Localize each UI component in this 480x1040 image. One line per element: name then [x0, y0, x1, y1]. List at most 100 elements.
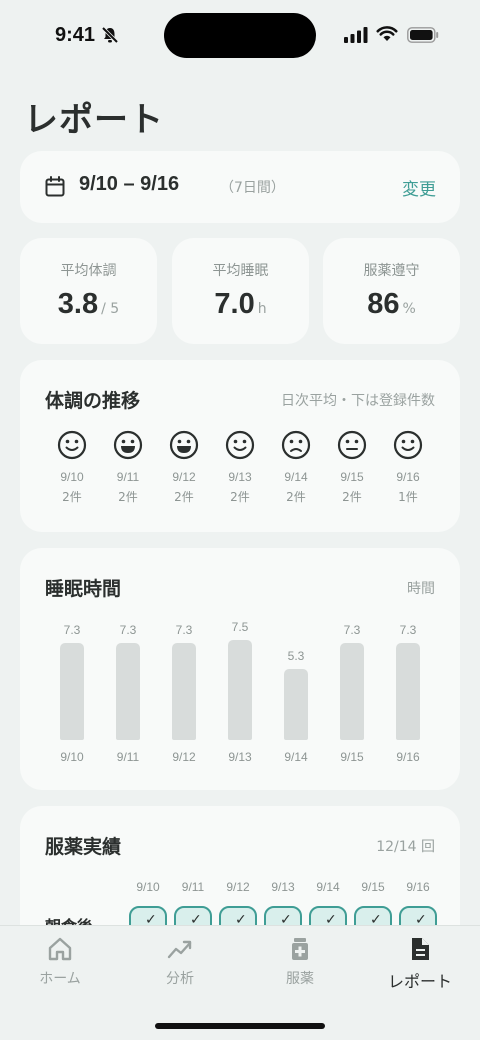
condition-day: 9/16 1件: [380, 430, 436, 505]
tab-home[interactable]: ホーム: [10, 936, 110, 988]
home-icon: [48, 937, 72, 961]
bar-value-label: 7.3: [63, 623, 81, 637]
document-icon: [412, 938, 429, 960]
condition-count: 2件: [230, 490, 250, 504]
condition-date: 9/16: [396, 470, 420, 484]
calendar-icon: [45, 176, 65, 197]
condition-title: 体調の推移: [45, 390, 141, 412]
sleep-title: 睡眠時間: [45, 578, 122, 600]
bar-category-label: 9/14: [284, 750, 308, 764]
tab-label: ホーム: [39, 971, 81, 987]
condition-day: 9/10 2件: [44, 430, 100, 505]
bar-value-label: 7.5: [231, 620, 249, 634]
bar-category-label: 9/11: [116, 750, 140, 764]
condition-count: 2件: [118, 490, 138, 504]
mood-face-icon: [393, 430, 423, 460]
medication-summary: 12/14 回: [376, 839, 435, 855]
tab-label: 服薬: [286, 971, 314, 987]
battery-icon: [407, 27, 439, 43]
condition-date: 9/11: [116, 470, 140, 484]
medication-date: 9/12: [226, 880, 250, 894]
medication-date: 9/13: [271, 880, 295, 894]
stat-value: 7.0: [214, 288, 255, 320]
medication-date: 9/11: [181, 880, 205, 894]
period-card: 9/10 – 9/16 （7日間） 変更: [20, 151, 460, 223]
page-title: レポート: [24, 100, 164, 140]
sleep-bar: [60, 643, 84, 740]
condition-day: 9/13 2件: [212, 430, 268, 505]
stat-label: 平均体調: [60, 263, 117, 279]
condition-date: 9/14: [284, 470, 308, 484]
condition-count: 2件: [342, 490, 362, 504]
condition-day: 9/14 2件: [268, 430, 324, 505]
bar-category-label: 9/13: [228, 750, 252, 764]
date-range-days: （7日間）: [220, 180, 285, 196]
condition-day: 9/11 2件: [100, 430, 156, 505]
bell-off-icon: [101, 26, 119, 44]
sleep-bar: [396, 643, 420, 740]
mood-face-icon: [169, 430, 199, 460]
status-bar: 9:41: [0, 0, 480, 70]
tab-label: 分析: [166, 971, 194, 987]
condition-count: 2件: [174, 490, 194, 504]
bar-value-label: 5.3: [287, 649, 305, 663]
stat-unit: %: [402, 301, 416, 317]
tab-medication[interactable]: 服薬: [250, 936, 350, 988]
sleep-bar: [172, 643, 196, 740]
condition-date: 9/10: [60, 470, 84, 484]
condition-note: 日次平均・下は登録件数: [281, 393, 435, 409]
stat-value: 3.8: [57, 288, 99, 320]
bar-category-label: 9/12: [172, 750, 196, 764]
mood-face-icon: [281, 430, 311, 460]
bar-category-label: 9/16: [396, 750, 420, 764]
sleep-bar: [340, 643, 364, 740]
medication-date: 9/14: [316, 880, 340, 894]
sleep-unit-note: 時間: [407, 581, 435, 597]
dynamic-island: [164, 13, 316, 58]
stat-unit: h: [257, 301, 267, 317]
status-time: 9:41: [55, 24, 96, 46]
medication-date: 9/16: [406, 880, 430, 894]
bar-value-label: 7.3: [119, 623, 137, 637]
condition-day: 9/12 2件: [156, 430, 212, 505]
medication-title: 服薬実績: [45, 836, 122, 858]
condition-trend-card: 体調の推移 日次平均・下は登録件数 9/10 2件 9/11 2件 9/12 2件 9/13…: [20, 360, 460, 532]
mood-face-icon: [225, 430, 255, 460]
tab-analysis[interactable]: 分析: [130, 936, 230, 988]
sleep-chart-card: 睡眠時間 時間 7.3 9/10 7.3 9/11 7.3 9/12 7.5 9/13 5.3 9…: [20, 548, 460, 790]
medicine-icon: [292, 938, 308, 960]
medication-date: 9/10: [136, 880, 160, 894]
mood-face-icon: [337, 430, 367, 460]
stat-unit: / 5: [101, 301, 120, 317]
condition-count: 1件: [398, 490, 418, 504]
medication-date: 9/15: [361, 880, 385, 894]
wifi-icon: [376, 26, 398, 41]
mood-face-icon: [113, 430, 143, 460]
sleep-bar: [116, 643, 140, 740]
tab-label: レポート: [387, 972, 452, 991]
home-indicator: [155, 1023, 325, 1029]
bar-value-label: 7.3: [343, 623, 361, 637]
condition-count: 2件: [286, 490, 306, 504]
condition-date: 9/13: [228, 470, 252, 484]
stat-card-sleep: 平均睡眠 7.0 h: [172, 238, 309, 344]
condition-date: 9/12: [172, 470, 196, 484]
date-range: 9/10 – 9/16: [79, 173, 180, 195]
bar-value-label: 7.3: [175, 623, 193, 637]
condition-count: 2件: [62, 490, 82, 504]
change-period-button[interactable]: 変更: [402, 175, 436, 200]
stat-card-adherence: 服薬遵守 86%: [323, 238, 460, 344]
stat-value: 86: [367, 288, 400, 320]
condition-date: 9/15: [340, 470, 364, 484]
sleep-bar: [284, 669, 308, 740]
mood-face-icon: [57, 430, 87, 460]
sleep-bar: [228, 640, 252, 740]
bar-category-label: 9/15: [340, 750, 364, 764]
trend-icon: [167, 940, 192, 959]
stat-card-condition: 平均体調 3.8/ 5: [20, 238, 157, 344]
signal-icon: [344, 27, 368, 43]
stat-label: 服薬遵守: [363, 263, 420, 279]
stat-label: 平均睡眠: [212, 263, 269, 279]
bar-value-label: 7.3: [399, 623, 417, 637]
tab-report[interactable]: レポート: [370, 936, 470, 992]
